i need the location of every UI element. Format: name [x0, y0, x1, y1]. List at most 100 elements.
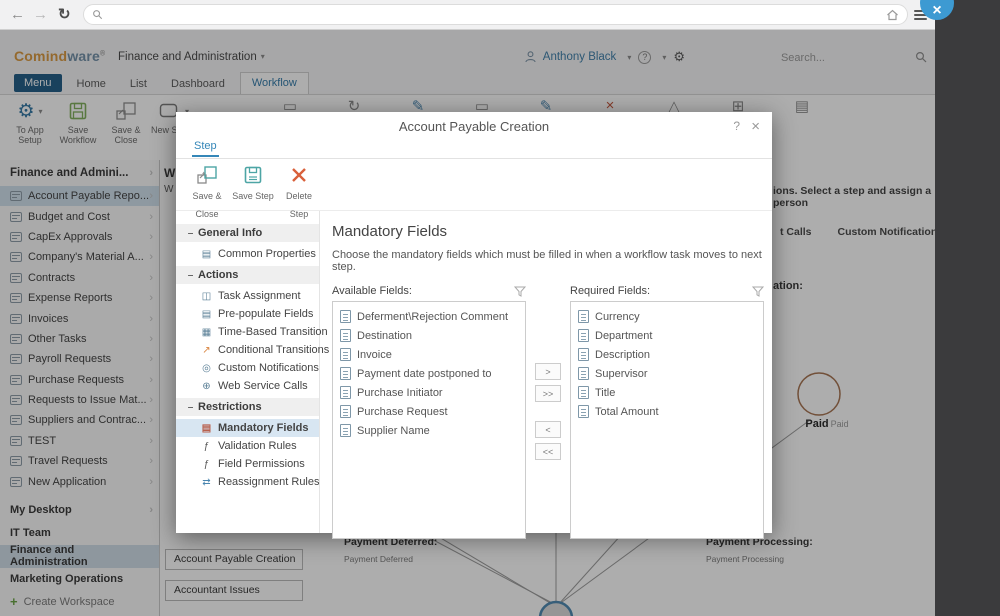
sidebar-item[interactable]: New Application: [0, 471, 159, 491]
address-bar[interactable]: [82, 4, 908, 25]
sidebar-item[interactable]: Travel Requests: [0, 451, 159, 471]
dialog-nav-item[interactable]: – Actions: [176, 266, 319, 284]
user-menu[interactable]: Anthony Black: [543, 51, 617, 63]
sidebar-group-header[interactable]: Finance and Admini...: [0, 160, 159, 186]
app-tab[interactable]: Home: [68, 75, 115, 94]
field-item[interactable]: Purchase Initiator: [333, 383, 525, 402]
settings-gear-icon[interactable]: [673, 49, 685, 65]
search-icon[interactable]: [915, 51, 927, 63]
workspace-dropdown[interactable]: Finance and Administration: [118, 51, 265, 63]
app-tab[interactable]: Workflow: [239, 72, 309, 94]
save-workflow-button[interactable]: Save Workflow: [54, 95, 102, 145]
dialog-nav-item[interactable]: ↗ Conditional Transitions: [176, 341, 329, 359]
workspace-item[interactable]: Finance and Administration: [0, 544, 159, 568]
sidebar-item[interactable]: Suppliers and Contrac...: [0, 410, 159, 430]
app-tab[interactable]: List: [121, 75, 156, 94]
comindware-logo: Comindware®: [14, 48, 106, 64]
workflow-list-button[interactable]: Account Payable Creation: [165, 549, 303, 570]
dialog-nav-item[interactable]: ƒ Field Permissions: [176, 455, 319, 473]
back-icon[interactable]: [10, 7, 25, 22]
sidebar-item[interactable]: Account Payable Repo...: [0, 186, 159, 207]
transfer-button[interactable]: >: [535, 363, 561, 380]
refresh-icon[interactable]: [58, 7, 71, 22]
field-item[interactable]: Total Amount: [571, 402, 763, 421]
sidebar-item[interactable]: Expense Reports: [0, 288, 159, 308]
available-fields-column: Available Fields: Deferment\Rejection Co…: [332, 285, 526, 539]
transfer-button[interactable]: <<: [535, 443, 561, 460]
canvas-hint-text: ions. Select a step and assign a person: [773, 185, 932, 209]
help-icon[interactable]: ?: [638, 50, 652, 64]
dialog-nav-item[interactable]: ƒ Validation Rules: [176, 437, 319, 455]
background-tab[interactable]: t Calls: [780, 226, 812, 238]
required-fields-column: Required Fields: Currency Department Des…: [570, 285, 764, 539]
field-item[interactable]: Supplier Name: [333, 421, 525, 440]
sidebar-item[interactable]: Budget and Cost: [0, 206, 159, 226]
save-step-button[interactable]: Save Step: [230, 159, 276, 210]
dialog-close-icon[interactable]: ×: [751, 118, 760, 135]
background-tabs: t Calls Custom Notifications: [780, 226, 935, 238]
field-item[interactable]: Deferment\Rejection Comment: [333, 307, 525, 326]
panel-description: Choose the mandatory fields which must b…: [332, 249, 762, 273]
dialog-nav-item[interactable]: ⊕ Web Service Calls: [176, 377, 319, 395]
chevron-down-icon[interactable]: [662, 53, 666, 62]
workspace-item[interactable]: IT Team: [0, 522, 159, 545]
field-doc-icon: [578, 329, 589, 342]
field-item[interactable]: Purchase Request: [333, 402, 525, 421]
dialog-nav-item[interactable]: ▤ Pre-populate Fields: [176, 305, 319, 323]
sidebar-item[interactable]: Requests to Issue Mat...: [0, 390, 159, 410]
field-item[interactable]: Title: [571, 383, 763, 402]
dialog-nav-item[interactable]: – Restrictions: [176, 398, 319, 416]
create-workspace-button[interactable]: Create Workspace: [0, 591, 159, 613]
sidebar-item[interactable]: Purchase Requests: [0, 370, 159, 390]
chevron-down-icon[interactable]: [627, 53, 631, 62]
dialog-nav-item[interactable]: ▤ Mandatory Fields: [176, 419, 319, 437]
app-tab[interactable]: Dashboard: [162, 75, 234, 94]
chevron-down-icon: [261, 52, 265, 61]
search-field[interactable]: Search...: [781, 52, 825, 64]
workflow-list-button[interactable]: Accountant Issues: [165, 580, 303, 601]
transfer-button[interactable]: >>: [535, 385, 561, 402]
sidebar-item[interactable]: Other Tasks: [0, 329, 159, 349]
field-item[interactable]: Destination: [333, 326, 525, 345]
delete-step-button[interactable]: Delete Step: [276, 159, 322, 219]
transfer-button[interactable]: <: [535, 421, 561, 438]
required-fields-list[interactable]: Currency Department Description Supervis…: [570, 301, 764, 539]
sidebar-item[interactable]: Company's Material A...: [0, 247, 159, 267]
dialog-nav-item[interactable]: – General Info: [176, 224, 319, 242]
dialog-help-icon[interactable]: ?: [733, 119, 740, 133]
to-app-setup-button[interactable]: To App Setup: [6, 95, 54, 145]
user-icon: [525, 51, 536, 63]
save-close-button[interactable]: Save & Close: [102, 95, 150, 145]
sidebar-item[interactable]: Invoices: [0, 308, 159, 328]
field-item[interactable]: Description: [571, 345, 763, 364]
workspace-item[interactable]: Marketing Operations: [0, 568, 159, 591]
sidebar-item[interactable]: Contracts: [0, 268, 159, 288]
dialog-nav-item[interactable]: ▤ Common Properties: [176, 245, 319, 263]
dialog-nav-item[interactable]: ◫ Task Assignment: [176, 287, 319, 305]
sidebar-item[interactable]: Payroll Requests: [0, 349, 159, 369]
filter-icon[interactable]: [514, 286, 526, 297]
app-tab[interactable]: Menu: [14, 74, 62, 92]
printer-icon[interactable]: ▤: [794, 97, 810, 115]
sidebar-app-list: Account Payable Repo... Budget and Cost …: [0, 186, 159, 492]
home-icon[interactable]: [886, 9, 899, 21]
available-fields-list[interactable]: Deferment\Rejection Comment Destination: [332, 301, 526, 539]
tab-step[interactable]: Step: [192, 136, 219, 157]
workspace-item[interactable]: My Desktop: [0, 499, 159, 522]
dialog-nav-item[interactable]: ⇄ Reassignment Rules: [176, 473, 319, 491]
forward-icon[interactable]: [33, 7, 48, 22]
dialog-nav-item[interactable]: ◎ Custom Notifications: [176, 359, 319, 377]
field-item[interactable]: Department: [571, 326, 763, 345]
field-item[interactable]: Supervisor: [571, 364, 763, 383]
field-item[interactable]: Currency: [571, 307, 763, 326]
prepopulate-icon: ▤: [201, 308, 212, 320]
sidebar-item[interactable]: CapEx Approvals: [0, 227, 159, 247]
background-tab[interactable]: Custom Notifications: [838, 226, 935, 238]
field-item[interactable]: Payment date postponed to: [333, 364, 525, 383]
filter-icon[interactable]: [752, 286, 764, 297]
field-item[interactable]: Invoice: [333, 345, 525, 364]
dialog-nav-item[interactable]: ▦ Time-Based Transition: [176, 323, 328, 341]
save-and-close-step-button[interactable]: Save & Close: [184, 159, 230, 219]
workflow-node-paid[interactable]: Paid Paid: [792, 370, 862, 430]
sidebar-item[interactable]: TEST: [0, 431, 159, 451]
